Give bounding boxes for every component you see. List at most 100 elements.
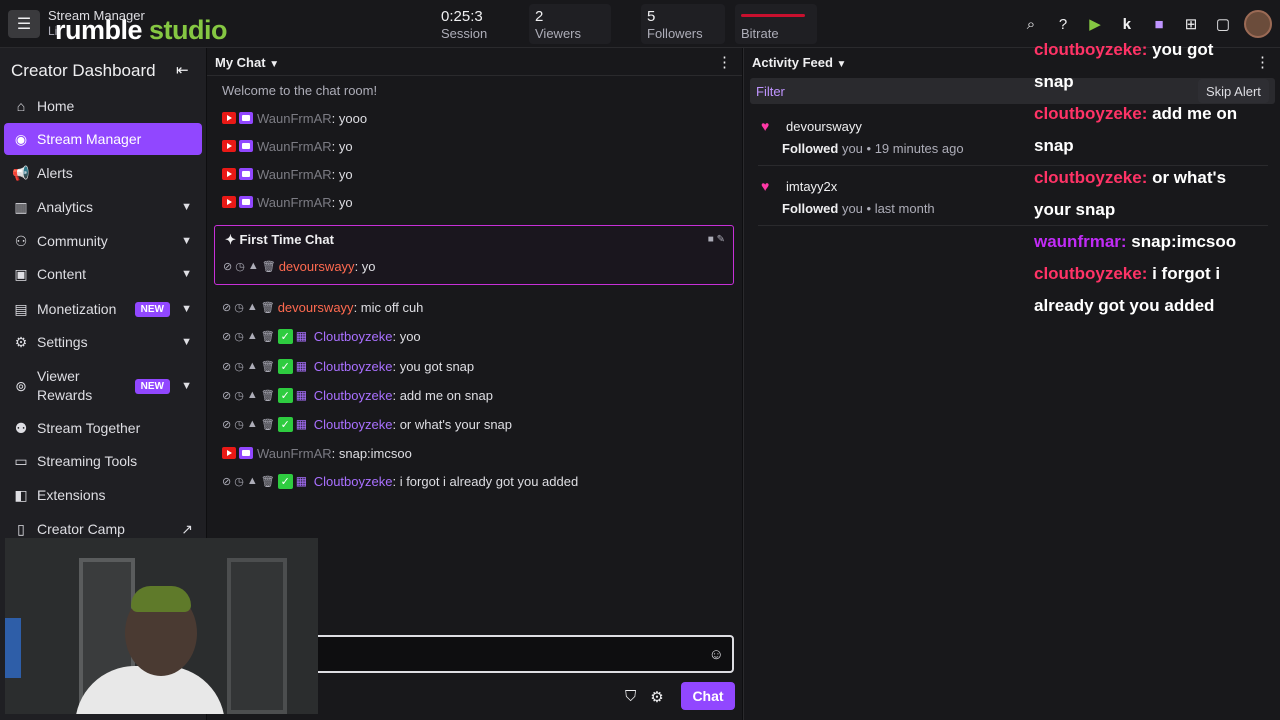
chevron-down-icon: ▼ — [836, 59, 847, 70]
bitrate-stat[interactable]: Bitrate — [735, 4, 817, 44]
chat-message: WaunFrmAR: yo — [222, 192, 353, 212]
rumble-studio-logo: rumble studio — [55, 15, 228, 45]
timeout-icon[interactable]: ◷ — [234, 360, 244, 373]
chat-username[interactable]: Cloutboyzeke — [314, 388, 393, 403]
chat-username[interactable]: Cloutboyzeke — [314, 474, 393, 489]
sidebar-item-stream-manager[interactable]: ◉ Stream Manager — [4, 123, 202, 155]
timeout-icon[interactable]: ◷ — [234, 330, 244, 343]
warning-icon[interactable]: ▲ — [247, 418, 258, 430]
overlay-line: cloutboyzeke: add me on — [1034, 104, 1238, 123]
camera-badge-icon — [239, 196, 253, 208]
camera-icon: ▭ — [14, 452, 28, 469]
ban-icon[interactable]: ⊘ — [222, 301, 231, 314]
twitch-icon[interactable]: ■ — [1148, 13, 1170, 35]
pixel-badge-icon: ▦ — [295, 473, 308, 488]
sidebar-item-alerts[interactable]: 📢 Alerts — [4, 157, 202, 189]
delete-icon[interactable]: 🗑 — [261, 475, 275, 488]
viewers-stat[interactable]: 2 Viewers — [529, 4, 611, 44]
warning-icon[interactable]: ▲ — [247, 475, 258, 487]
search-icon[interactable]: ⌕ — [1020, 13, 1042, 35]
delete-icon[interactable]: 🗑 — [261, 301, 275, 314]
chat-text: : or what's your snap — [392, 416, 513, 432]
sidebar-item-monetization[interactable]: ▤ Monetization NEW ▼ — [4, 293, 202, 325]
timeout-icon[interactable]: ◷ — [234, 418, 244, 431]
delete-icon[interactable]: 🗑 — [261, 330, 275, 343]
warning-icon[interactable]: ▲ — [247, 301, 258, 313]
overlay-line: waunfrmar: snap:imcsoo — [1034, 232, 1237, 251]
chat-username[interactable]: WaunFrmAR — [257, 195, 332, 210]
delete-icon[interactable]: 🗑 — [262, 260, 276, 273]
ban-icon[interactable]: ⊘ — [222, 389, 231, 402]
shield-icon[interactable]: ⛉ — [625, 688, 636, 706]
camera-icon[interactable]: ■ — [708, 234, 714, 245]
sidebar-item-community[interactable]: ⚇ Community ▼ — [4, 225, 202, 257]
emoji-icon[interactable]: ☺ — [709, 646, 724, 663]
kick-icon[interactable]: 𝐤 — [1116, 13, 1138, 35]
hamburger-menu-icon[interactable]: ☰ — [8, 10, 40, 38]
chat-username[interactable]: Cloutboyzeke — [314, 417, 393, 432]
chat-username[interactable]: WaunFrmAR — [257, 446, 332, 461]
sidebar-item-extensions[interactable]: ◧ Extensions — [4, 479, 202, 511]
timeout-icon[interactable]: ◷ — [235, 260, 245, 273]
delete-icon[interactable]: 🗑 — [261, 418, 275, 431]
sidebar-item-analytics[interactable]: ▥ Analytics ▼ — [4, 191, 202, 223]
timeout-icon[interactable]: ◷ — [234, 389, 244, 402]
activity-feed-dropdown[interactable]: Activity Feed ▼ — [752, 55, 846, 70]
broadcast-icon: ◉ — [14, 130, 28, 147]
warning-icon[interactable]: ▲ — [247, 389, 258, 401]
inventory-icon[interactable]: ⊞ — [1180, 13, 1202, 35]
warning-icon[interactable]: ▲ — [247, 360, 258, 372]
timeout-icon[interactable]: ◷ — [234, 301, 244, 314]
rewards-icon: ⊚ — [15, 377, 27, 394]
session-value: 0:25:3 — [441, 8, 483, 25]
sidebar-item-label: Community — [37, 233, 108, 249]
rumble-play-icon[interactable]: ▶ — [1084, 13, 1106, 35]
youtube-badge-icon — [222, 447, 236, 459]
chat-username[interactable]: WaunFrmAR — [257, 139, 332, 154]
more-options-icon[interactable]: ⋮ — [717, 53, 732, 71]
chat-title-dropdown[interactable]: My Chat ▼ — [215, 55, 279, 70]
followers-stat[interactable]: 5 Followers — [641, 4, 725, 44]
chat-send-button[interactable]: Chat — [681, 682, 735, 710]
chat-overlay: cloutboyzeke: you got snap cloutboyzeke:… — [1034, 34, 1274, 322]
chat-username[interactable]: devourswayy — [279, 259, 355, 274]
collapse-sidebar-icon[interactable]: ⇤ — [176, 61, 189, 79]
chat-username[interactable]: devourswayy — [278, 300, 354, 315]
delete-icon[interactable]: 🗑 — [261, 389, 275, 402]
ban-icon[interactable]: ⊘ — [223, 260, 232, 273]
ban-icon[interactable]: ⊘ — [222, 475, 231, 488]
chat-username[interactable]: Cloutboyzeke — [314, 329, 393, 344]
help-icon[interactable]: ? — [1052, 13, 1074, 35]
sidebar-item-label: Settings — [37, 334, 88, 350]
chat-username[interactable]: WaunFrmAR — [257, 167, 332, 182]
warning-icon[interactable]: ▲ — [247, 330, 258, 342]
sidebar-item-home[interactable]: ⌂ Home — [4, 90, 202, 122]
ban-icon[interactable]: ⊘ — [222, 360, 231, 373]
chat-username[interactable]: Cloutboyzeke — [314, 359, 393, 374]
warning-icon[interactable]: ▲ — [248, 260, 259, 272]
sidebar-item-label: Creator Camp — [37, 521, 125, 537]
sidebar-item-stream-together[interactable]: ⚉ Stream Together — [4, 412, 202, 444]
activity-username[interactable]: imtayy2x — [786, 179, 837, 194]
green-check-badge-icon: ✓ — [277, 416, 293, 432]
sidebar-item-viewer-rewards[interactable]: ⊚ Viewer Rewards NEW ▼ — [4, 366, 202, 406]
sidebar-item-content[interactable]: ▣ Content ▼ — [4, 258, 202, 290]
edit-icon[interactable]: ✎ — [717, 234, 725, 245]
ban-icon[interactable]: ⊘ — [222, 418, 231, 431]
sidebar-item-streaming-tools[interactable]: ▭ Streaming Tools — [4, 445, 202, 477]
notifications-icon[interactable]: ▢ — [1212, 13, 1234, 35]
sidebar-item-label: Home — [37, 98, 75, 114]
chat-message: ⊘ ◷ ▲ 🗑 devourswayy: mic off cuh — [222, 297, 423, 317]
sidebar-item-settings[interactable]: ⚙ Settings ▼ — [4, 326, 202, 358]
content-icon: ▣ — [14, 265, 28, 282]
delete-icon[interactable]: 🗑 — [261, 360, 275, 373]
filter-button[interactable]: Filter — [756, 84, 785, 99]
chat-message: WaunFrmAR: snap:imcsoo — [222, 443, 412, 463]
card-tools: ■ ✎ — [708, 234, 725, 245]
timeout-icon[interactable]: ◷ — [234, 475, 244, 488]
gear-icon[interactable]: ⚙ — [650, 688, 663, 706]
chat-username[interactable]: WaunFrmAR — [257, 111, 332, 126]
ban-icon[interactable]: ⊘ — [222, 330, 231, 343]
activity-username[interactable]: devourswayy — [786, 119, 862, 134]
home-icon: ⌂ — [16, 98, 26, 114]
